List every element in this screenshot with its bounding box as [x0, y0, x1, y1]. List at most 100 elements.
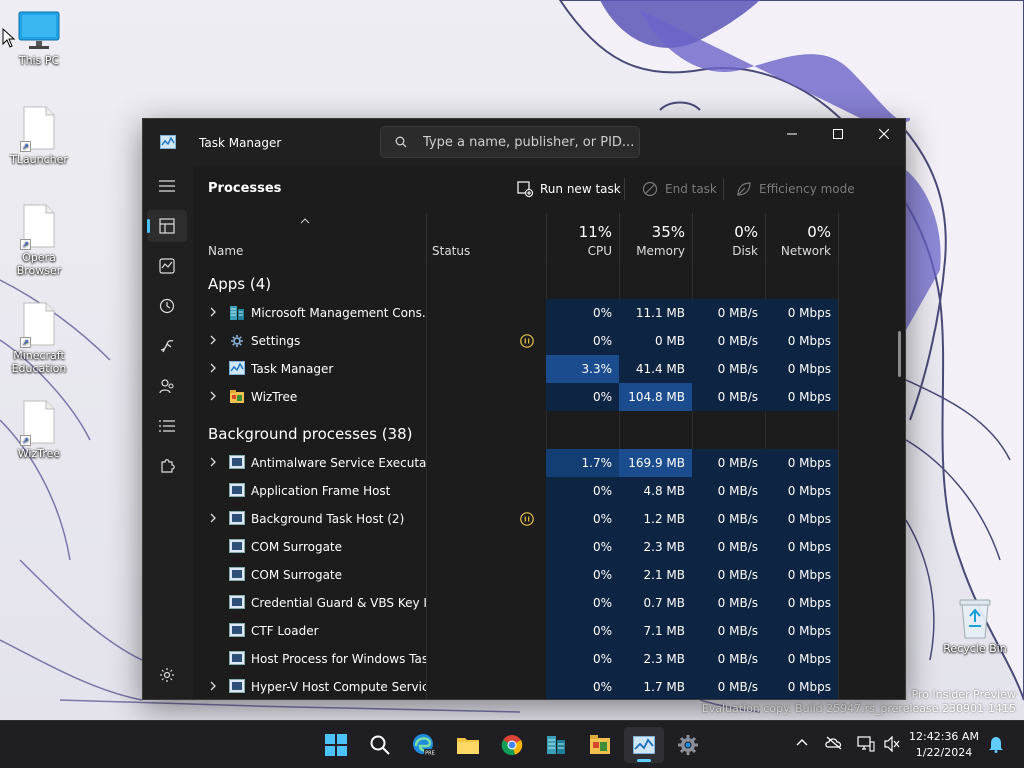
startup-icon: [160, 339, 174, 353]
task-manager-app-icon: [633, 736, 655, 754]
table-row[interactable]: Microsoft Management Cons... 0% 11.1 MB …: [193, 299, 905, 327]
table-row[interactable]: Hyper-V Host Compute Service 0% 1.7 MB 0…: [193, 673, 905, 699]
column-header-name[interactable]: Name: [193, 213, 427, 263]
taskbar-settings[interactable]: [668, 727, 708, 763]
process-window-icon: [229, 455, 245, 469]
desktop-icon-recycle-bin[interactable]: Recycle Bin: [940, 596, 1010, 655]
clock-time: 12:42:36 AM: [909, 730, 979, 743]
desktop-icon-tlauncher[interactable]: ↗ TLauncher: [4, 106, 74, 166]
search-box[interactable]: [380, 126, 640, 158]
table-row[interactable]: Settings 0% 0 MB 0 MB/s 0 Mbps: [193, 327, 905, 355]
toolbar-divider: [624, 178, 625, 200]
table-row[interactable]: Task Manager 3.3% 41.4 MB 0 MB/s 0 Mbps: [193, 355, 905, 383]
nav-services[interactable]: [147, 450, 187, 482]
table-row[interactable]: CTF Loader 0% 7.1 MB 0 MB/s 0 Mbps: [193, 617, 905, 645]
taskbar-chrome[interactable]: [492, 727, 532, 763]
chevron-right-icon[interactable]: [209, 363, 217, 373]
hamburger-menu-button[interactable]: [147, 170, 187, 202]
taskbar-mmc[interactable]: [536, 727, 576, 763]
minimize-button[interactable]: [769, 119, 815, 149]
cpu-value: 0%: [546, 589, 619, 617]
onedrive-offline-icon[interactable]: [825, 736, 843, 750]
chevron-right-icon[interactable]: [209, 335, 217, 345]
table-row[interactable]: COM Surrogate 0% 2.1 MB 0 MB/s 0 Mbps: [193, 561, 905, 589]
process-name: CTF Loader: [251, 624, 319, 638]
table-row[interactable]: Host Process for Windows Tasks 0% 2.3 MB…: [193, 645, 905, 673]
vertical-scrollbar-thumb[interactable]: [898, 331, 901, 377]
nav-users[interactable]: [147, 370, 187, 402]
chevron-right-icon[interactable]: [209, 513, 217, 523]
taskbar: PRE 12:42:36 AM 1/22/2024: [0, 720, 1024, 768]
volume-muted-icon[interactable]: [884, 736, 900, 752]
cpu-total-percent: 11%: [578, 223, 612, 241]
toolbar-divider: [723, 178, 724, 200]
network-value: 0 Mbps: [765, 505, 838, 533]
performance-icon: [159, 258, 175, 274]
network-icon[interactable]: [857, 736, 875, 752]
taskbar-search-button[interactable]: [360, 727, 400, 763]
settings-gear-icon: [231, 335, 243, 347]
network-value: 0 Mbps: [765, 383, 838, 411]
table-row[interactable]: COM Surrogate 0% 2.3 MB 0 MB/s 0 Mbps: [193, 533, 905, 561]
shortcut-arrow-icon: ↗: [20, 239, 31, 250]
chevron-right-icon[interactable]: [209, 457, 217, 467]
processes-page: Processes Run new task End task Efficien…: [193, 165, 905, 699]
taskbar-wiztree[interactable]: [580, 727, 620, 763]
notification-bell-icon[interactable]: [988, 735, 1004, 753]
nav-startup-apps[interactable]: [147, 330, 187, 362]
search-input[interactable]: [423, 134, 633, 150]
desktop-icon-minecraft-education[interactable]: ↗ Minecraft Education: [4, 302, 74, 375]
memory-value: 169.9 MB: [619, 449, 692, 477]
settings-gear-icon: [678, 735, 698, 755]
nav-performance[interactable]: [147, 250, 187, 282]
shortcut-arrow-icon: ↗: [20, 337, 31, 348]
desktop-icon-this-pc[interactable]: This PC: [4, 10, 74, 67]
table-row[interactable]: Antimalware Service Executable 1.7% 169.…: [193, 449, 905, 477]
column-header-cpu[interactable]: 11% CPU: [546, 213, 620, 263]
efficiency-mode-button[interactable]: Efficiency mode: [736, 178, 855, 200]
column-header-memory[interactable]: 35% Memory: [619, 213, 693, 263]
mmc-icon: [547, 736, 565, 754]
folder-icon: [457, 738, 479, 754]
column-header-status[interactable]: Status: [426, 213, 547, 263]
taskbar-task-manager[interactable]: [624, 727, 664, 763]
network-value: 0 Mbps: [765, 299, 838, 327]
taskbar-edge-beta[interactable]: PRE: [404, 727, 444, 763]
column-header-network[interactable]: 0% Network: [765, 213, 839, 263]
run-new-task-button[interactable]: Run new task: [517, 178, 621, 200]
memory-value: 4.8 MB: [619, 477, 692, 505]
page-title: Processes: [208, 181, 282, 196]
nav-app-history[interactable]: [147, 290, 187, 322]
chevron-right-icon[interactable]: [209, 391, 217, 401]
chevron-up-icon[interactable]: [795, 736, 809, 750]
process-name: Application Frame Host: [251, 484, 391, 498]
table-row[interactable]: Background Task Host (2) 0% 1.2 MB 0 MB/…: [193, 505, 905, 533]
title-bar[interactable]: Task Manager: [143, 119, 905, 165]
close-icon: [879, 129, 889, 139]
end-task-label: End task: [665, 182, 717, 196]
process-window-icon: [229, 679, 245, 693]
close-button[interactable]: [861, 119, 905, 149]
nav-settings[interactable]: [147, 659, 187, 691]
cpu-value: 0%: [546, 505, 619, 533]
end-task-button[interactable]: End task: [642, 178, 717, 200]
disk-value: 0 MB/s: [692, 617, 765, 645]
table-row[interactable]: Application Frame Host 0% 4.8 MB 0 MB/s …: [193, 477, 905, 505]
table-row[interactable]: WizTree 0% 104.8 MB 0 MB/s 0 Mbps: [193, 383, 905, 411]
file-icon: ↗: [20, 400, 56, 446]
desktop-icon-opera[interactable]: ↗ Opera Browser: [4, 204, 74, 277]
nav-details[interactable]: [147, 410, 187, 442]
group-header-apps: Apps (4): [208, 275, 272, 293]
chevron-right-icon[interactable]: [209, 307, 217, 317]
column-header-disk[interactable]: 0% Disk: [692, 213, 766, 263]
maximize-button[interactable]: [815, 119, 861, 149]
chevron-right-icon[interactable]: [209, 681, 217, 691]
start-button[interactable]: [316, 727, 356, 763]
system-clock[interactable]: 12:42:36 AM 1/22/2024: [904, 729, 984, 761]
desktop-icon-wiztree[interactable]: ↗ WizTree: [4, 400, 74, 460]
leaf-icon: [737, 182, 751, 196]
taskbar-file-explorer[interactable]: [448, 727, 488, 763]
monitor-icon: [18, 11, 60, 49]
table-row[interactable]: Credential Guard & VBS Key Is... 0% 0.7 …: [193, 589, 905, 617]
nav-processes[interactable]: [147, 210, 187, 242]
